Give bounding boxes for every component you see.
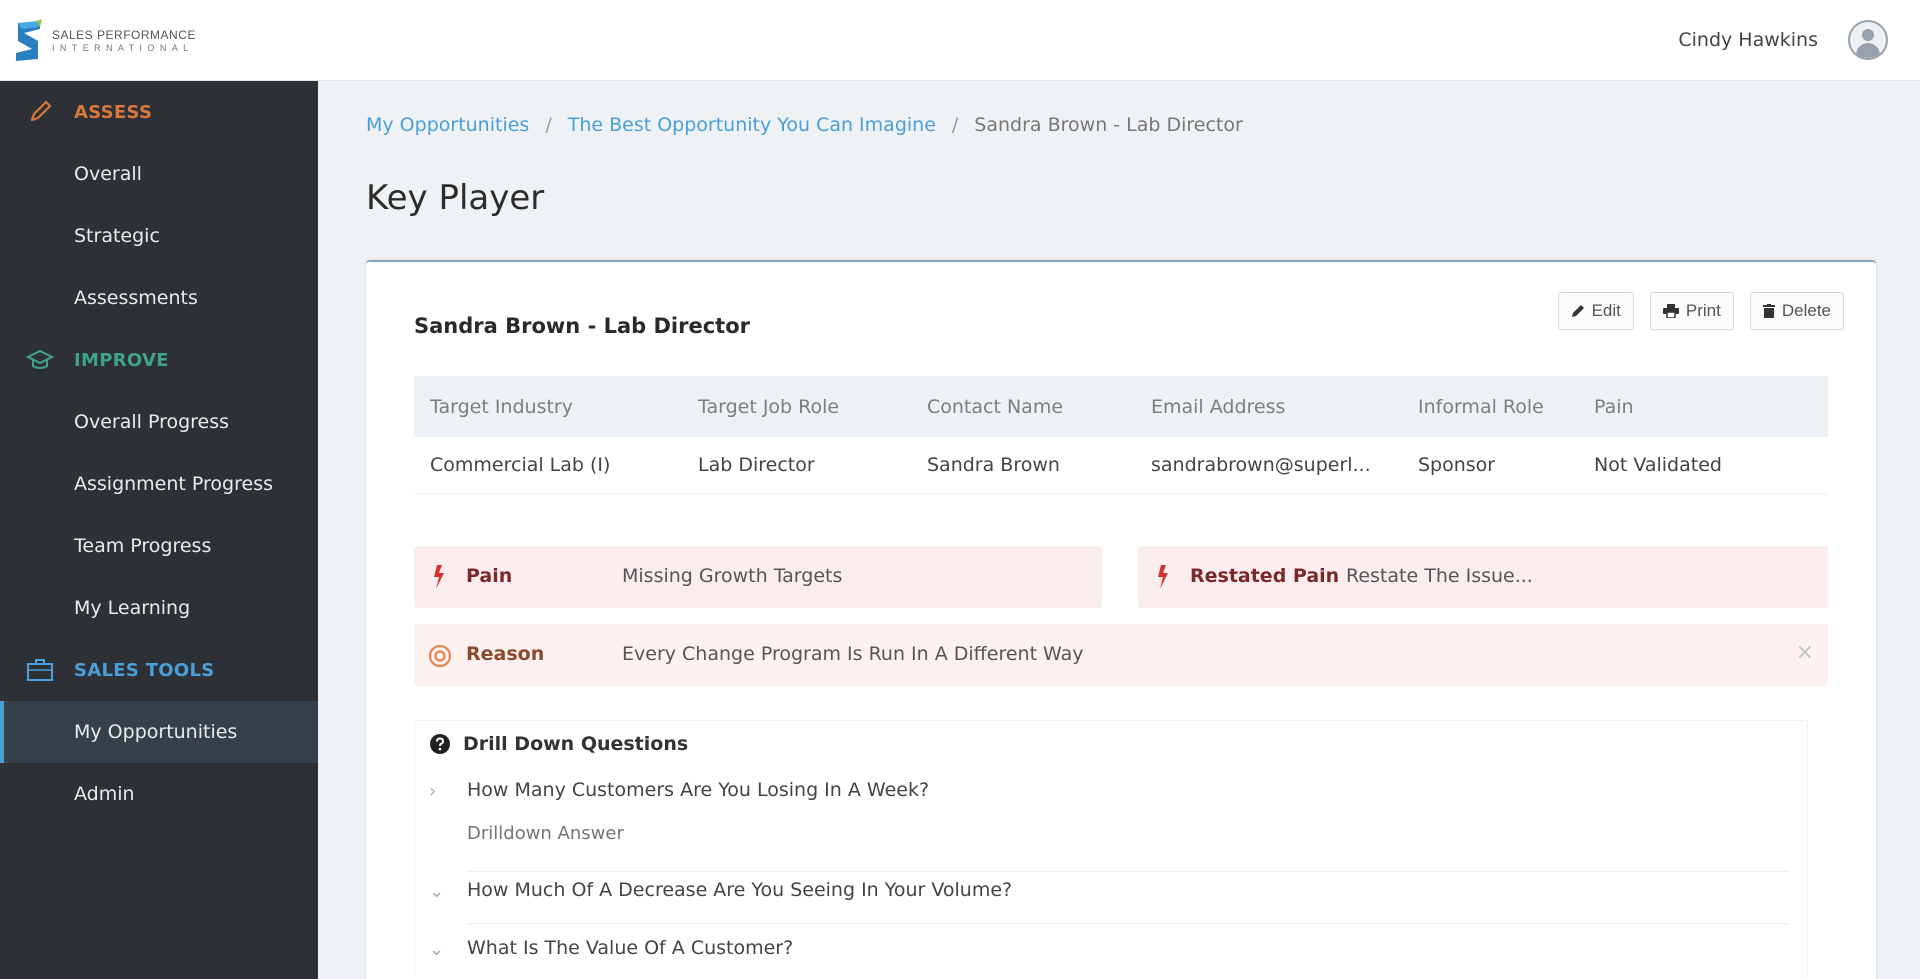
column-header: Email Address	[1135, 376, 1402, 437]
sidebar-item-team-progress[interactable]: Team Progress	[0, 515, 318, 577]
close-icon[interactable]: ×	[1796, 640, 1814, 665]
cell-pain: Not Validated	[1578, 437, 1828, 495]
pencil-icon	[1571, 305, 1584, 317]
sidebar-section-label: ASSESS	[74, 101, 153, 123]
pain-box: Pain Missing Growth Targets	[414, 546, 1102, 608]
column-header: Informal Role	[1402, 376, 1578, 437]
sidebar-item-my-learning[interactable]: My Learning	[0, 577, 318, 639]
sidebar-item-overall-progress[interactable]: Overall Progress	[0, 391, 318, 453]
key-player-card: Sandra Brown - Lab Director Edit Print D…	[366, 260, 1876, 979]
graduation-cap-icon	[26, 349, 54, 369]
page-title: Key Player	[366, 178, 545, 218]
user-avatar-icon[interactable]	[1848, 20, 1888, 60]
pain-value[interactable]: Missing Growth Targets	[622, 565, 842, 587]
question-text[interactable]: How Much Of A Decrease Are You Seeing In…	[467, 879, 1012, 901]
sidebar-section-improve: IMPROVE	[0, 329, 318, 391]
column-header: Pain	[1578, 376, 1828, 437]
cell-target-industry: Commercial Lab (I)	[414, 437, 682, 495]
logo-line-2: INTERNATIONAL	[52, 43, 194, 53]
card-actions: Edit Print Delete	[1557, 292, 1844, 330]
cell-email-address: sandrabrown@superl...	[1135, 437, 1402, 495]
reason-label: Reason	[466, 643, 545, 665]
pencil-icon	[30, 100, 52, 122]
logo[interactable]: SALES PERFORMANCE INTERNATIONAL	[12, 19, 196, 63]
logo-mark-icon	[16, 19, 42, 61]
sidebar-section-label: IMPROVE	[74, 349, 169, 371]
question-text[interactable]: What Is The Value Of A Customer?	[467, 937, 793, 959]
top-bar: SALES PERFORMANCE INTERNATIONAL Cindy Ha…	[0, 0, 1920, 81]
edit-button[interactable]: Edit	[1557, 292, 1634, 330]
table-row: Commercial Lab (I) Lab Director Sandra B…	[414, 437, 1828, 495]
target-icon	[428, 644, 452, 668]
sidebar-item-strategic[interactable]: Strategic	[0, 205, 318, 267]
chevron-right-icon[interactable]: ›	[429, 781, 436, 802]
drilldown-answer-input[interactable]	[467, 823, 1787, 844]
divider	[467, 871, 1789, 872]
chevron-down-icon[interactable]: ⌄	[429, 939, 444, 960]
breadcrumb-separator: /	[545, 114, 552, 136]
restated-pain-value[interactable]: Restate The Issue...	[1346, 565, 1533, 587]
question-item: ⌄ What Is The Value Of A Customer?	[429, 937, 1789, 979]
sidebar-item-assessments[interactable]: Assessments	[0, 267, 318, 329]
key-player-table: Target Industry Target Job Role Contact …	[414, 376, 1828, 495]
trash-icon	[1762, 304, 1775, 318]
cell-contact-name: Sandra Brown	[911, 437, 1135, 495]
question-text[interactable]: How Many Customers Are You Losing In A W…	[467, 779, 929, 801]
drill-down-title: Drill Down Questions	[463, 733, 689, 755]
question-item: ⌄ How Much Of A Decrease Are You Seeing …	[429, 879, 1789, 935]
reason-value[interactable]: Every Change Program Is Run In A Differe…	[622, 643, 1084, 665]
column-header: Target Job Role	[682, 376, 911, 437]
table-header-row: Target Industry Target Job Role Contact …	[414, 376, 1828, 437]
sidebar-item-overall[interactable]: Overall	[0, 143, 318, 205]
cell-informal-role: Sponsor	[1402, 437, 1578, 495]
sidebar-item-assignment-progress[interactable]: Assignment Progress	[0, 453, 318, 515]
drill-down-questions: Drill Down Questions › How Many Customer…	[414, 720, 1808, 979]
printer-icon	[1662, 304, 1679, 318]
briefcase-icon	[27, 659, 53, 681]
question-item: › How Many Customers Are You Losing In A…	[429, 779, 1789, 879]
sidebar-item-my-opportunities[interactable]: My Opportunities	[0, 701, 318, 763]
delete-button[interactable]: Delete	[1749, 292, 1844, 330]
question-circle-icon	[430, 734, 450, 754]
chevron-down-icon[interactable]: ⌄	[429, 881, 444, 902]
user-menu[interactable]: Cindy Hawkins	[1678, 20, 1888, 60]
logo-line-1: SALES PERFORMANCE	[52, 28, 196, 42]
breadcrumb: My Opportunities / The Best Opportunity …	[366, 114, 1243, 136]
user-name[interactable]: Cindy Hawkins	[1678, 29, 1818, 51]
reason-box: Reason Every Change Program Is Run In A …	[414, 624, 1828, 686]
breadcrumb-separator: /	[951, 114, 959, 136]
card-title: Sandra Brown - Lab Director	[414, 314, 750, 338]
column-header: Contact Name	[911, 376, 1135, 437]
restated-pain-box: Restated Pain Restate The Issue...	[1138, 546, 1828, 608]
sidebar-section-assess: ASSESS	[0, 81, 318, 143]
column-header: Target Industry	[414, 376, 682, 437]
breadcrumb-link-my-opportunities[interactable]: My Opportunities	[366, 114, 529, 136]
print-button[interactable]: Print	[1649, 292, 1734, 330]
pain-label: Pain	[466, 565, 513, 587]
bolt-icon	[434, 565, 444, 589]
restated-pain-label: Restated Pain	[1190, 565, 1340, 587]
sidebar: ASSESS Overall Strategic Assessments IMP…	[0, 81, 318, 979]
sidebar-section-sales-tools: SALES TOOLS	[0, 639, 318, 701]
divider	[467, 923, 1789, 924]
sidebar-item-admin[interactable]: Admin	[0, 763, 318, 825]
sidebar-section-label: SALES TOOLS	[74, 659, 215, 681]
cell-target-job-role: Lab Director	[682, 437, 911, 495]
breadcrumb-link-opportunity[interactable]: The Best Opportunity You Can Imagine	[568, 114, 936, 136]
breadcrumb-current: Sandra Brown - Lab Director	[974, 114, 1243, 136]
bolt-icon	[1158, 565, 1168, 589]
